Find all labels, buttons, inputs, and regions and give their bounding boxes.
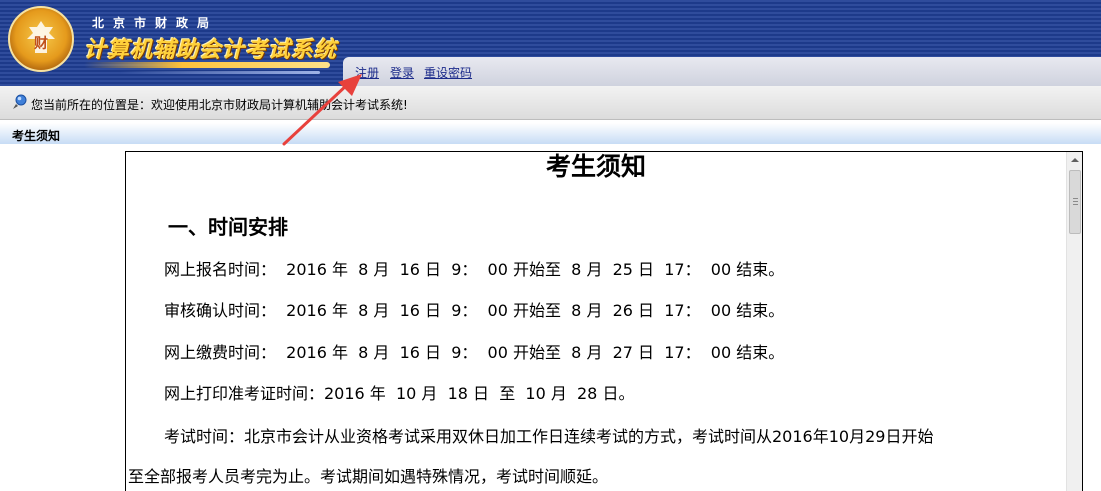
login-link[interactable]: 登录	[390, 64, 414, 81]
bureau-name: 北京市财政局	[92, 16, 219, 30]
left-spacer	[0, 144, 125, 487]
exam-time-paragraph-line2: 至全部报考人员考完为止。考试期间如遇特殊情况，考试时间顺延。	[128, 467, 609, 486]
system-name: 计算机辅助会计考试系统	[84, 38, 338, 63]
exam-time-paragraph-line1: 考试时间：北京市会计从业资格考试采用双休日加工作日连续考试的方式，考试时间从20…	[164, 427, 934, 446]
decorative-swoosh	[84, 62, 330, 68]
notice-heading-time-schedule: 一、时间安排	[168, 215, 288, 239]
location-pin-icon	[12, 94, 28, 114]
top-nav-bar: 注册 登录 重设密码	[343, 57, 1101, 86]
breadcrumb: 您当前所在的位置是：欢迎使用北京市财政局计算机辅助会计考试系统!	[0, 86, 1101, 120]
notice-title: 考生须知	[545, 152, 646, 181]
vertical-scrollbar[interactable]	[1066, 152, 1082, 491]
section-header: 考生须知	[0, 123, 1101, 144]
header-banner: 财 北京市财政局 计算机辅助会计考试系统 注册 登录 重设密码	[0, 0, 1101, 86]
scroll-up-arrow-icon[interactable]	[1067, 152, 1082, 168]
section-title: 考生须知	[12, 129, 61, 143]
notice-frame[interactable]: 考生须知 一、时间安排 网上报名时间： 2016 年 8 月 16 日 9： 0…	[125, 151, 1083, 491]
red-arrow-icon	[282, 74, 362, 146]
reset-password-link[interactable]: 重设密码	[424, 64, 472, 81]
admission-print-time-line: 网上打印准考证时间：2016 年 10 月 18 日 至 10 月 28 日。	[164, 384, 635, 403]
scroll-thumb[interactable]	[1069, 170, 1081, 234]
registration-time-line: 网上报名时间： 2016 年 8 月 16 日 9： 00 开始至 8 月 25…	[164, 260, 785, 279]
review-time-line: 审核确认时间： 2016 年 8 月 16 日 9： 00 开始至 8 月 26…	[164, 301, 785, 320]
emblem-logo: 财	[8, 6, 74, 72]
svg-text:财: 财	[33, 35, 48, 52]
payment-time-line: 网上缴费时间： 2016 年 8 月 16 日 9： 00 开始至 8 月 27…	[164, 343, 785, 362]
